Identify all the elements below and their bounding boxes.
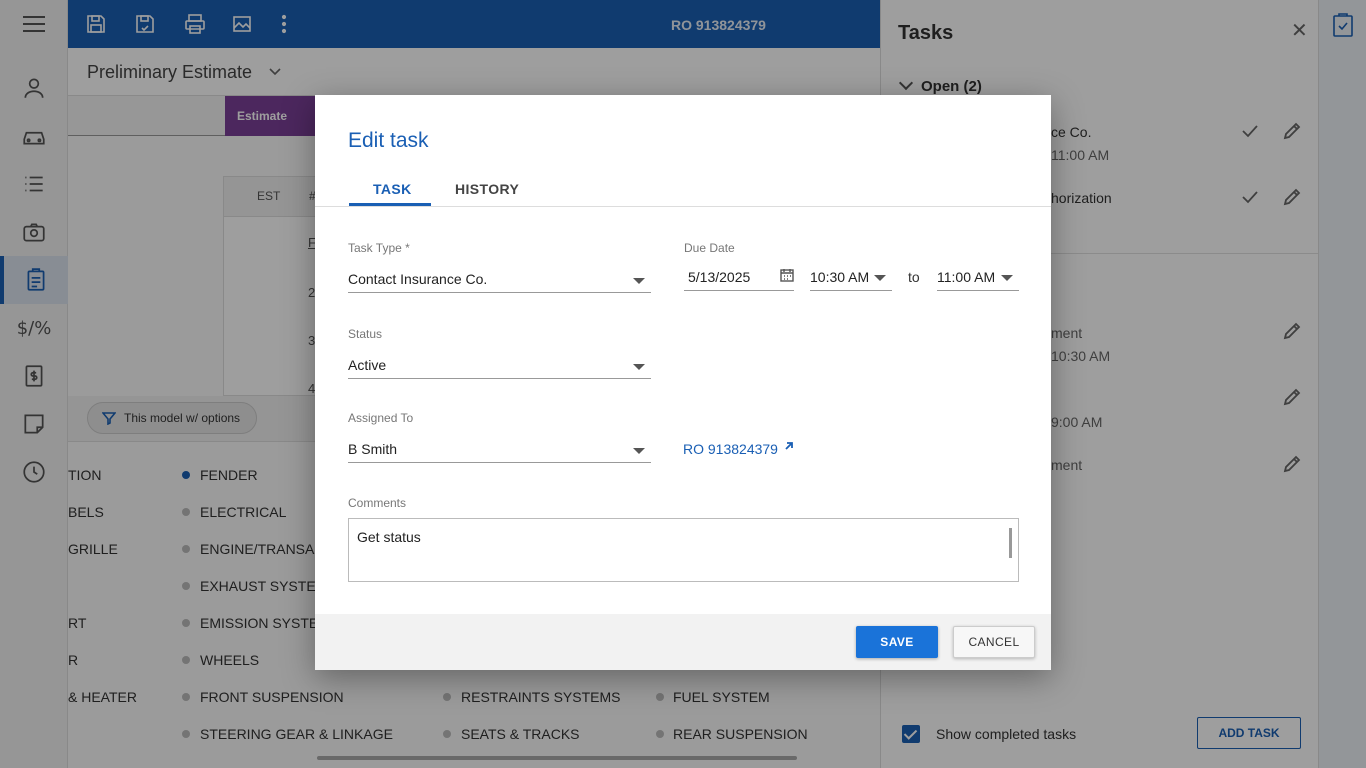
cancel-button[interactable]: CANCEL xyxy=(953,626,1035,658)
status-label: Status xyxy=(348,327,383,341)
tab-task[interactable]: TASK xyxy=(373,181,412,197)
comments-scrollbar[interactable] xyxy=(1009,528,1012,558)
dropdown-arrow-icon xyxy=(633,278,645,284)
assigned-to-select[interactable]: B Smith xyxy=(348,435,651,463)
due-date-input[interactable]: 5/13/2025 xyxy=(684,263,794,291)
task-type-select[interactable]: Contact Insurance Co. xyxy=(348,265,651,293)
external-link-icon xyxy=(784,438,794,450)
dropdown-arrow-icon xyxy=(633,364,645,370)
dialog-title: Edit task xyxy=(348,129,429,152)
ro-link-text: RO 913824379 xyxy=(683,441,778,457)
status-value: Active xyxy=(348,357,387,373)
edit-task-dialog: Edit task TASK HISTORY Task Type * Conta… xyxy=(315,95,1051,670)
tab-history[interactable]: HISTORY xyxy=(455,181,519,197)
comments-textarea[interactable]: Get status xyxy=(348,518,1019,582)
assigned-to-label: Assigned To xyxy=(348,411,414,425)
due-date-label: Due Date xyxy=(684,241,735,255)
end-time-value: 11:00 AM xyxy=(937,269,996,285)
due-date-value: 5/13/2025 xyxy=(688,269,751,285)
dropdown-arrow-icon xyxy=(633,448,645,454)
dropdown-arrow-icon xyxy=(1001,275,1013,281)
dialog-footer: SAVE CANCEL xyxy=(315,614,1051,670)
calendar-icon[interactable] xyxy=(780,268,794,282)
assigned-to-value: B Smith xyxy=(348,441,398,457)
task-type-label: Task Type * xyxy=(348,241,410,255)
comments-label: Comments xyxy=(348,496,407,510)
task-type-value: Contact Insurance Co. xyxy=(348,271,488,287)
start-time-select[interactable]: 10:30 AM xyxy=(810,263,892,291)
status-select[interactable]: Active xyxy=(348,351,651,379)
dropdown-arrow-icon xyxy=(874,275,886,281)
save-button[interactable]: SAVE xyxy=(856,626,938,658)
start-time-value: 10:30 AM xyxy=(810,269,870,285)
time-range-to-label: to xyxy=(908,269,920,285)
tab-divider xyxy=(315,206,1051,207)
end-time-select[interactable]: 11:00 AM xyxy=(937,263,1019,291)
ro-link[interactable]: RO 913824379 xyxy=(683,441,794,457)
